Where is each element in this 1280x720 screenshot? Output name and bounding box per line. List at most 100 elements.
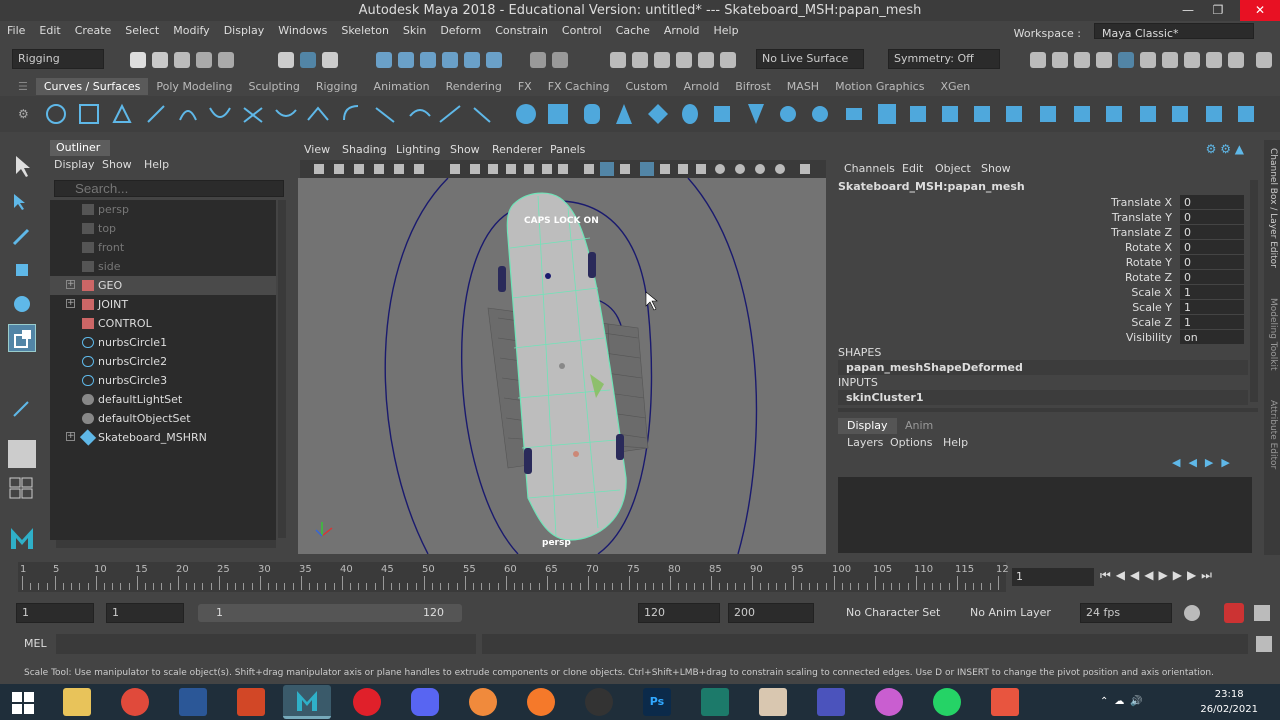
anim-layer-dropdown[interactable]: No Anim Layer xyxy=(970,606,1051,619)
menu-create[interactable]: Create xyxy=(68,21,119,41)
restore-icon[interactable]: ❐ xyxy=(1206,0,1230,21)
expand-icon[interactable]: + xyxy=(66,432,75,441)
shelf-tab-xgen[interactable]: XGen xyxy=(932,78,978,95)
photoshop-icon[interactable]: Ps xyxy=(643,688,671,716)
menu-deform[interactable]: Deform xyxy=(433,21,488,41)
list-item[interactable]: defaultLightSet xyxy=(50,390,276,409)
panel-options-icon[interactable]: ⚙ ⚙ ▲ xyxy=(1206,142,1244,156)
hypershade-icon[interactable] xyxy=(676,52,692,68)
shelf-tab-arnold[interactable]: Arnold xyxy=(676,78,728,95)
sidebar-toggle-icon-11[interactable] xyxy=(1256,52,1272,68)
shelf-tab-motion-graphics[interactable]: Motion Graphics xyxy=(827,78,932,95)
whatsapp-icon[interactable] xyxy=(933,688,961,716)
layer-tab-anim[interactable]: Anim xyxy=(896,418,942,434)
timeline-track[interactable]: 1 5 10 15 20 25 30 35 40 45 50 55 60 65 70 75 80 85 90 95 10… xyxy=(18,562,1009,592)
move-tool-icon[interactable] xyxy=(8,256,36,284)
menu-windows[interactable]: Windows xyxy=(271,21,334,41)
construction-icon[interactable] xyxy=(552,52,568,68)
panel-splitter[interactable] xyxy=(838,408,1258,412)
viewport-menu-panels[interactable]: Panels xyxy=(550,143,585,156)
shelf-tab-curves[interactable]: Curves / Surfaces xyxy=(35,78,149,95)
layer-action-icons[interactable]: ◀◀▶▶ xyxy=(1172,456,1238,469)
outliner-title[interactable]: Outliner xyxy=(50,140,110,156)
sidebar-toggle-icon-2[interactable] xyxy=(1052,52,1068,68)
shelf-tab-fx[interactable]: FX xyxy=(510,78,540,95)
attr-translate-y[interactable]: Translate Y0 xyxy=(834,210,1244,225)
minimize-icon[interactable]: — xyxy=(1176,0,1200,21)
menu-modify[interactable]: Modify xyxy=(166,21,216,41)
save-scene-icon[interactable] xyxy=(174,52,190,68)
shelf-tab-rendering[interactable]: Rendering xyxy=(438,78,510,95)
render-view-icon[interactable] xyxy=(698,52,714,68)
paint-app-icon[interactable] xyxy=(875,688,903,716)
channel-box-scrollbar[interactable] xyxy=(1250,180,1258,402)
outliner-menu-show[interactable]: Show xyxy=(102,158,132,171)
teams-icon[interactable] xyxy=(817,688,845,716)
select-tool-icon[interactable] xyxy=(8,152,36,180)
viewport-menu-shading[interactable]: Shading xyxy=(342,143,387,156)
menu-cache[interactable]: Cache xyxy=(609,21,657,41)
list-item[interactable]: nurbsCircle3 xyxy=(50,371,276,390)
outliner-search-input[interactable] xyxy=(54,180,284,197)
snap-point-icon[interactable] xyxy=(420,52,436,68)
scene-start-field[interactable]: 1 xyxy=(16,603,94,623)
sidebar-toggle-icon-5[interactable] xyxy=(1118,52,1134,68)
list-item[interactable]: + Skateboard_MSHRN xyxy=(50,428,276,447)
attr-scale-x[interactable]: Scale X1 xyxy=(834,285,1244,300)
shelf-menu-icon[interactable]: ☰ xyxy=(0,78,36,95)
anime-app-icon[interactable] xyxy=(759,688,787,716)
layer-list[interactable] xyxy=(838,477,1252,553)
chrome-icon[interactable] xyxy=(121,688,149,716)
attr-translate-z[interactable]: Translate Z0 xyxy=(834,225,1244,240)
cb-menu-object[interactable]: Object xyxy=(935,162,971,175)
character-set-dropdown[interactable]: No Character Set xyxy=(846,606,940,619)
sidebar-toggle-icon-8[interactable] xyxy=(1184,52,1200,68)
menu-constrain[interactable]: Constrain xyxy=(488,21,555,41)
layer-menu-options[interactable]: Options xyxy=(881,435,941,451)
outliner-hscrollbar[interactable] xyxy=(56,540,276,548)
sidebar-toggle-icon-6[interactable] xyxy=(1140,52,1156,68)
workspace-dropdown[interactable]: Maya Classic* xyxy=(1094,23,1254,40)
attr-rotate-z[interactable]: Rotate Z0 xyxy=(834,270,1244,285)
menu-display[interactable]: Display xyxy=(217,21,272,41)
obs-icon[interactable] xyxy=(585,688,613,716)
loop-icon[interactable] xyxy=(1184,605,1200,621)
fps-dropdown[interactable]: 24 fps xyxy=(1080,603,1172,623)
scale-tool-icon[interactable] xyxy=(8,324,36,352)
menu-control[interactable]: Control xyxy=(555,21,609,41)
selected-object-name[interactable]: Skateboard_MSH:papan_mesh xyxy=(838,180,1025,193)
new-scene-icon[interactable] xyxy=(130,52,146,68)
snap-surface-icon[interactable] xyxy=(442,52,458,68)
viewport-menu-show[interactable]: Show xyxy=(450,143,480,156)
rotate-tool-icon[interactable] xyxy=(8,290,36,318)
sidebar-toggle-icon-10[interactable] xyxy=(1228,52,1244,68)
taskbar-clock[interactable]: 23:18 26/02/2021 xyxy=(1200,687,1258,717)
3d-viewport[interactable]: CAPS LOCK ON persp xyxy=(298,178,826,554)
expand-icon[interactable]: + xyxy=(66,299,75,308)
open-scene-icon[interactable] xyxy=(152,52,168,68)
snap-grid-icon[interactable] xyxy=(376,52,392,68)
side-tab-modeling-toolkit[interactable]: Modeling Toolkit xyxy=(1266,298,1278,388)
paint-select-icon[interactable] xyxy=(8,222,36,250)
menu-select[interactable]: Select xyxy=(118,21,166,41)
sidebar-toggle-icon-7[interactable] xyxy=(1162,52,1178,68)
layer-tab-display[interactable]: Display xyxy=(838,418,897,434)
mel-input[interactable] xyxy=(56,634,476,654)
select-component-icon[interactable] xyxy=(322,52,338,68)
attr-rotate-x[interactable]: Rotate X0 xyxy=(834,240,1244,255)
sidebar-toggle-icon-9[interactable] xyxy=(1206,52,1222,68)
discord-icon[interactable] xyxy=(411,688,439,716)
snap-live-icon[interactable] xyxy=(486,52,502,68)
outliner-vscrollbar[interactable] xyxy=(278,200,286,538)
last-tool-icon[interactable] xyxy=(8,394,36,422)
select-hierarchy-icon[interactable] xyxy=(278,52,294,68)
range-end-field[interactable]: 120 xyxy=(638,603,720,623)
snap-plane-icon[interactable] xyxy=(464,52,480,68)
range-start-field[interactable]: 1 xyxy=(106,603,184,623)
sidebar-toggle-icon-1[interactable] xyxy=(1030,52,1046,68)
list-item[interactable]: top xyxy=(50,219,276,238)
blender-icon[interactable] xyxy=(527,688,555,716)
shelf-tab-poly[interactable]: Poly Modeling xyxy=(148,78,240,95)
redo-icon[interactable] xyxy=(218,52,234,68)
quick-layout-icon[interactable] xyxy=(8,440,36,468)
